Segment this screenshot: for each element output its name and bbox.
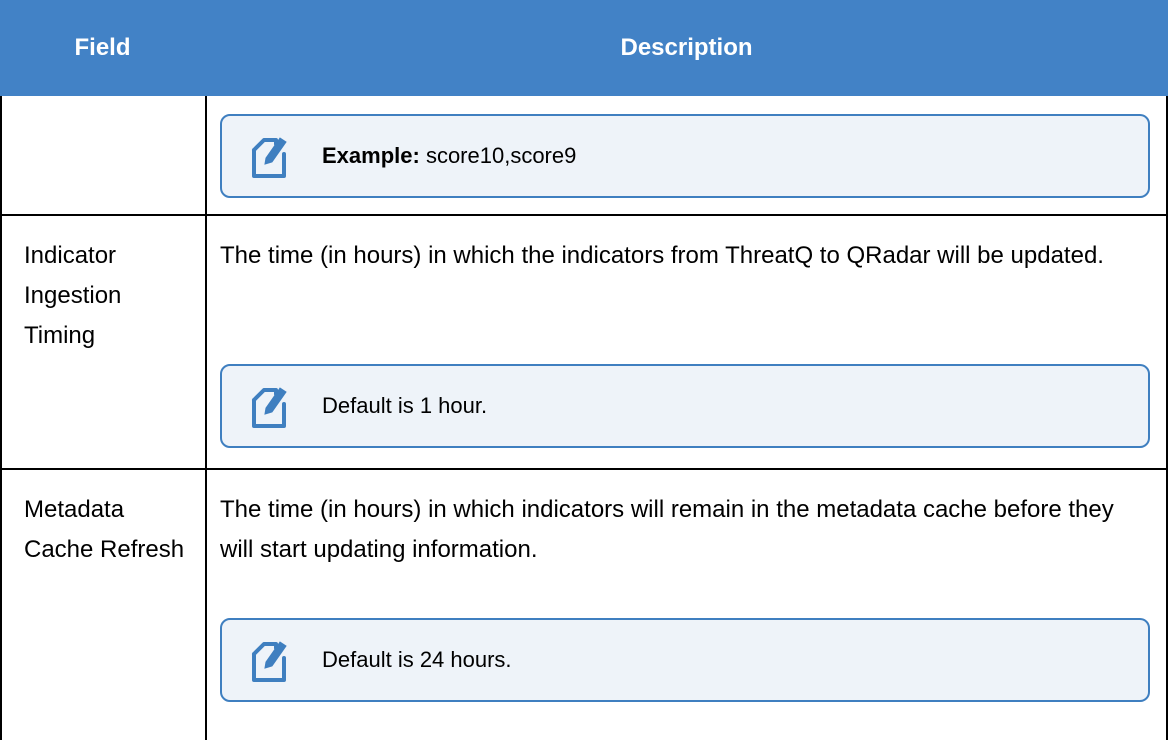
table-row: Metadata Cache Refresh The time (in hour…: [0, 470, 1168, 740]
row-border: [0, 216, 2, 468]
field-description: The time (in hours) in which indicators …: [220, 496, 1114, 563]
note-text: Example: score10,score9: [322, 116, 576, 196]
table-row: Example: score10,score9: [0, 96, 1168, 216]
column-divider: [205, 216, 207, 468]
note-icon: [252, 137, 287, 178]
row-border: [0, 470, 2, 740]
note-text: Default is 1 hour.: [322, 393, 488, 418]
default-note: Default is 24 hours.: [220, 618, 1150, 702]
note-icon: [252, 641, 287, 682]
note-value: score10,score9: [419, 143, 577, 168]
table-row: Indicator Ingestion Timing The time (in …: [0, 216, 1168, 470]
field-description-table: Field Description Example: score10,score…: [0, 0, 1168, 740]
field-name: Metadata Cache Refresh: [24, 496, 185, 563]
field-column-header: Field: [74, 34, 131, 61]
example-note: Example: score10,score9: [220, 114, 1150, 198]
note-icon: [252, 387, 287, 428]
field-description: The time (in hours) in which the indicat…: [220, 242, 1104, 269]
default-note: Default is 1 hour.: [220, 364, 1150, 448]
description-column-header: Description: [620, 34, 753, 61]
row-border: [0, 96, 2, 214]
note-label: Example:: [322, 143, 420, 168]
table-header-row: Field Description: [0, 0, 1168, 96]
field-name: Indicator Ingestion Timing: [24, 242, 122, 349]
column-divider: [205, 470, 207, 740]
note-text: Default is 24 hours.: [322, 647, 512, 672]
column-divider: [205, 96, 207, 214]
